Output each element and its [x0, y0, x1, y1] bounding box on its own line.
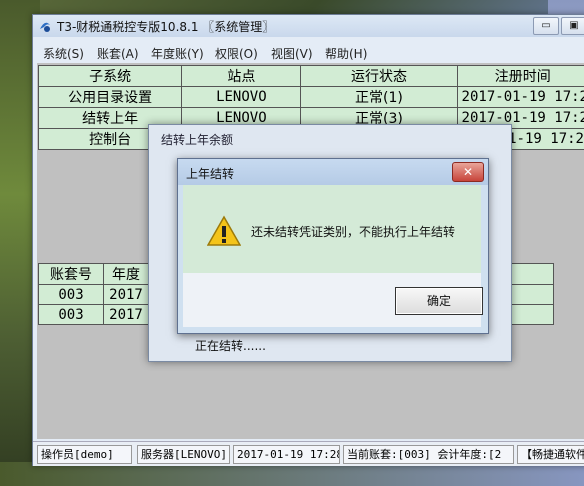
menu-view[interactable]: 视图(V)	[271, 45, 313, 62]
table-cell: 2017	[103, 284, 149, 305]
title-bar: T3-财税通税控专版10.8.1 〖系统管理〗 ▭ ▣	[33, 15, 584, 37]
message-text: 还未结转凭证类别，不能执行上年结转	[251, 225, 456, 239]
table-cell: 003	[38, 304, 104, 325]
menu-year-account[interactable]: 年度账(Y)	[151, 45, 204, 62]
column-header[interactable]: 运行状态	[300, 65, 458, 87]
ok-button[interactable]: 确定	[395, 287, 483, 315]
progress-dialog-title: 结转上年余额	[161, 133, 234, 147]
table-cell: 003	[38, 284, 104, 305]
table-cell: LENOVO	[181, 86, 302, 108]
message-box: 上年结转 ✕ 还未结转凭证类别，不能执行上年结转 确定	[177, 158, 489, 334]
message-box-footer: 确定	[183, 273, 483, 327]
message-box-titlebar: 上年结转 ✕	[178, 159, 488, 185]
status-brand: 【畅捷通软件	[517, 445, 584, 464]
warning-icon	[207, 215, 241, 246]
menu-help[interactable]: 帮助(H)	[325, 45, 367, 62]
status-server: 服务器[LENOVO]	[137, 445, 230, 464]
table-cell: 2017-01-19 17:2	[456, 86, 584, 108]
table-header-row: 子系统 站点 运行状态 注册时间	[37, 65, 584, 87]
table-cell: 正常(1)	[300, 86, 458, 108]
menu-bar: 系统(S) 账套(A) 年度账(Y) 权限(O) 视图(V) 帮助(H)	[33, 43, 584, 61]
menu-account[interactable]: 账套(A)	[97, 45, 139, 62]
minimize-button[interactable]: ▭	[533, 17, 559, 35]
table-row[interactable]: 公用目录设置 LENOVO 正常(1) 2017-01-19 17:2	[37, 86, 584, 108]
app-icon	[40, 22, 50, 32]
status-bar: 操作员[demo] 服务器[LENOVO] 2017-01-19 17:28 当…	[33, 441, 584, 466]
message-box-title: 上年结转	[186, 167, 235, 181]
column-header[interactable]: 站点	[181, 65, 302, 87]
progress-status-text: 正在结转......	[195, 339, 266, 353]
table-cell: 公用目录设置	[37, 86, 183, 108]
restore-button[interactable]: ▣	[561, 17, 584, 35]
column-header[interactable]: 账套号	[38, 263, 104, 285]
menu-permission[interactable]: 权限(O)	[215, 45, 258, 62]
column-header[interactable]: 子系统	[37, 65, 183, 87]
window-title: T3-财税通税控专版10.8.1 〖系统管理〗	[57, 20, 275, 34]
status-current-account: 当前账套:[003] 会计年度:[2	[343, 445, 514, 464]
column-header[interactable]: 年度	[103, 263, 149, 285]
column-header[interactable]: 注册时间	[456, 65, 584, 87]
table-cell: 2017	[103, 304, 149, 325]
menu-system[interactable]: 系统(S)	[43, 45, 84, 62]
message-box-body: 还未结转凭证类别，不能执行上年结转	[183, 185, 481, 273]
status-operator: 操作员[demo]	[37, 445, 132, 464]
status-datetime: 2017-01-19 17:28	[233, 445, 340, 464]
close-button[interactable]: ✕	[452, 162, 484, 182]
